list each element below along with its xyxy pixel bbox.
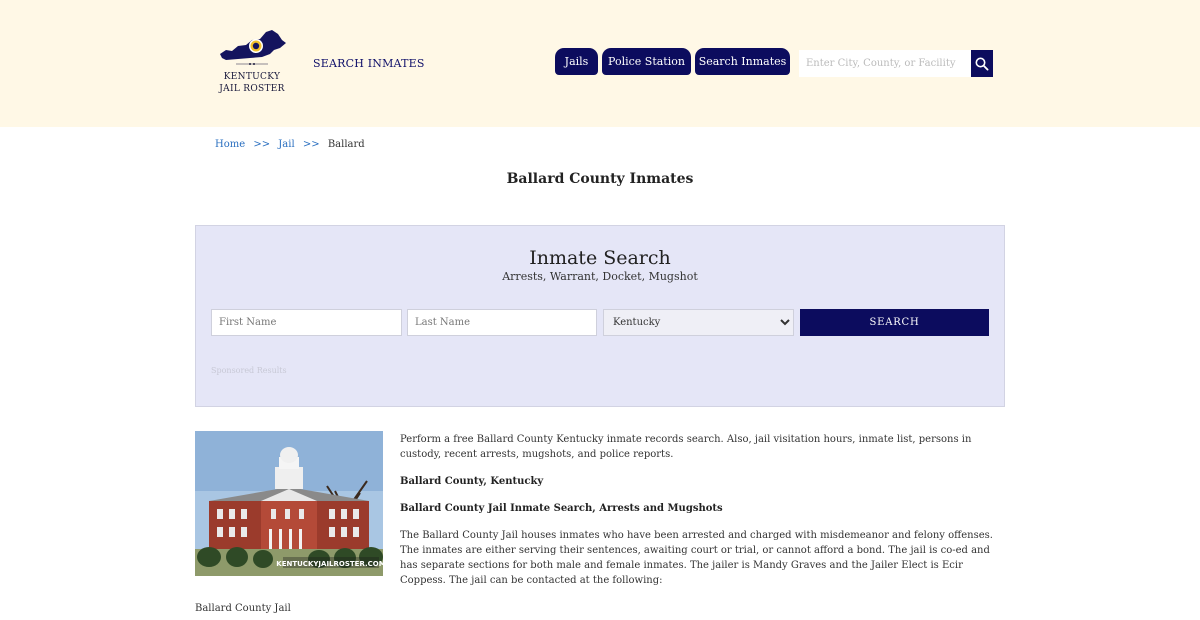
county-heading: Ballard County, Kentucky — [400, 476, 544, 487]
logo-text-line2: Jail Roster — [219, 84, 285, 94]
sponsored-results-label: Sponsored Results — [211, 366, 287, 375]
panel-subtitle: Arrests, Warrant, Docket, Mugshot — [502, 270, 698, 283]
kentucky-map-icon — [220, 30, 286, 65]
facility-search-button[interactable] — [971, 50, 993, 77]
intro-paragraph: Perform a free Ballard County Kentucky i… — [400, 434, 972, 460]
breadcrumb-separator: >> — [302, 139, 320, 150]
nav-jails-button[interactable]: Jails — [555, 48, 598, 75]
breadcrumb-jail-link[interactable]: Jail — [278, 139, 294, 150]
breadcrumb-current: Ballard — [327, 139, 365, 150]
panel-title: Inmate Search — [529, 247, 671, 269]
courthouse-image: KENTUCKYJAILROSTER.COM — [195, 431, 383, 576]
jail-search-heading: Ballard County Jail Inmate Search, Arres… — [400, 503, 723, 514]
last-name-input[interactable] — [407, 309, 597, 336]
breadcrumb-home-link[interactable]: Home — [215, 139, 245, 150]
nav-search-inmates-button[interactable]: Search Inmates — [695, 48, 790, 75]
courthouse-photo: KENTUCKYJAILROSTER.COM — [195, 431, 383, 576]
logo-text-line1: Kentucky — [223, 72, 281, 82]
search-icon — [975, 57, 989, 71]
search-inmates-link[interactable]: SEARCH INMATES — [313, 57, 425, 70]
inmate-search-button[interactable]: SEARCH — [800, 309, 989, 336]
site-header: Kentucky Jail Roster SEARCH INMATES Jail… — [0, 0, 1200, 127]
breadcrumb: Home >> Jail >> Ballard — [215, 139, 370, 150]
jail-name-text: Ballard County Jail — [195, 603, 291, 614]
article-content: Perform a free Ballard County Kentucky i… — [400, 432, 1005, 600]
page-title: Ballard County Inmates — [506, 171, 694, 187]
jail-description-paragraph: The Ballard County Jail houses inmates w… — [400, 530, 993, 586]
state-select[interactable]: Kentucky — [603, 309, 794, 336]
first-name-input[interactable] — [211, 309, 402, 336]
nav-police-station-button[interactable]: Police Station — [602, 48, 691, 75]
site-logo[interactable]: Kentucky Jail Roster — [212, 24, 292, 104]
photo-watermark: KENTUCKYJAILROSTER.COM — [276, 560, 383, 568]
breadcrumb-separator: >> — [253, 139, 271, 150]
facility-search-input[interactable] — [799, 50, 971, 77]
inmate-search-panel: Inmate Search Arrests, Warrant, Docket, … — [195, 225, 1005, 407]
